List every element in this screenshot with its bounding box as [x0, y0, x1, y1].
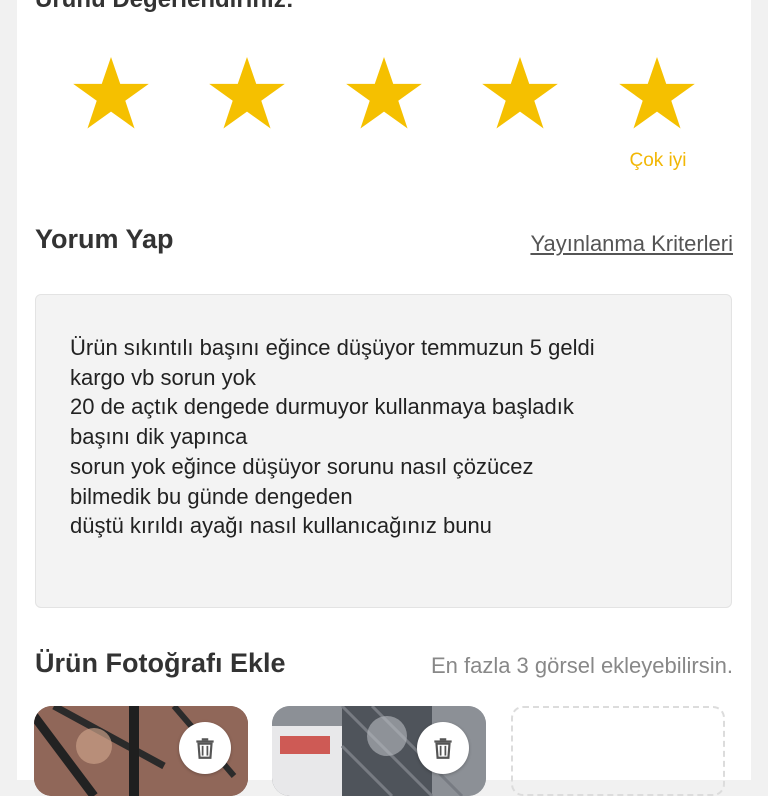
add-photo-title: Ürün Fotoğrafı Ekle	[35, 648, 286, 678]
rating-label: Çok iyi	[629, 150, 687, 171]
publishing-criteria-link[interactable]: Yayınlanma Kriterleri	[530, 231, 733, 257]
star-2-icon[interactable]	[205, 52, 289, 136]
star-5-icon[interactable]	[615, 52, 699, 136]
photo-limit-hint: En fazla 3 görsel ekleyebilirsin.	[430, 653, 733, 678]
delete-photo-button[interactable]	[417, 722, 469, 774]
comment-textarea[interactable]: Ürün sıkıntılı başını eğince düşüyor tem…	[35, 294, 732, 608]
star-rating[interactable]	[0, 52, 768, 136]
delete-photo-button[interactable]	[179, 722, 231, 774]
star-3-icon[interactable]	[342, 52, 426, 136]
photo-thumbnail[interactable]	[34, 706, 248, 796]
star-1-icon[interactable]	[69, 52, 153, 136]
trash-icon	[434, 738, 452, 759]
photo-thumbnail[interactable]	[272, 706, 486, 796]
trash-icon	[196, 738, 214, 759]
comment-text: Ürün sıkıntılı başını eğince düşüyor tem…	[70, 335, 595, 539]
star-4-icon[interactable]	[478, 52, 562, 136]
comment-section-title: Yorum Yap	[35, 224, 174, 254]
add-photo-slot[interactable]	[511, 706, 725, 796]
rating-title: Ürünü Değerlendiriniz:	[35, 0, 294, 14]
